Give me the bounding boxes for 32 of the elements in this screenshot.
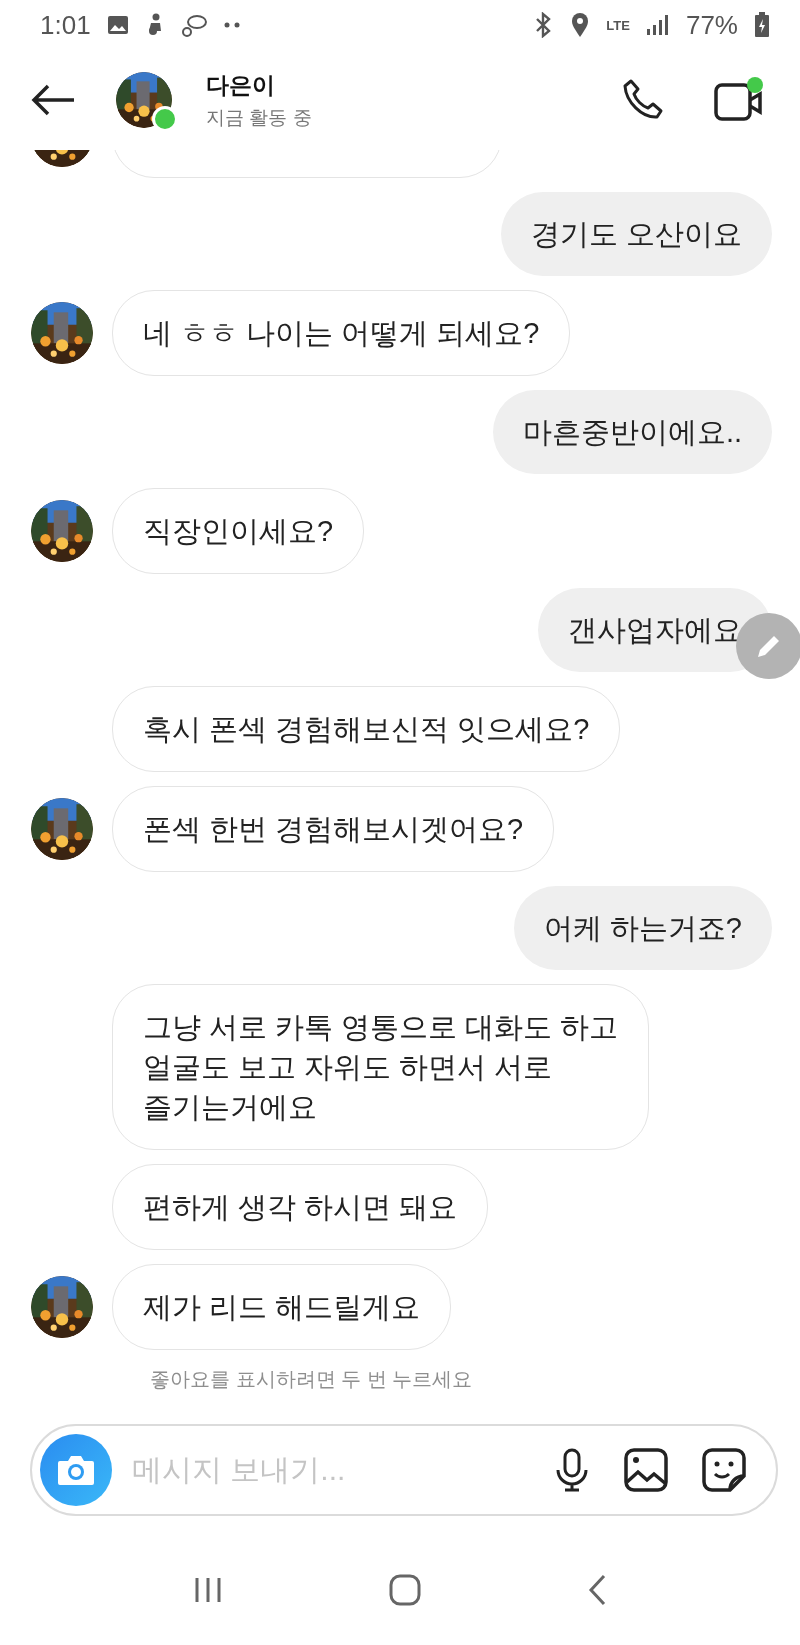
message-bubble: 네 ㅎㅎ 나이는 어떻게 되세요? xyxy=(112,290,571,376)
camera-icon xyxy=(56,1453,96,1487)
signal-icon xyxy=(645,14,670,36)
activity-status: 지금 활동 중 xyxy=(206,105,313,130)
back-arrow-icon[interactable] xyxy=(30,83,76,117)
message-bubble: 직장인이세요? xyxy=(112,488,365,574)
message-input[interactable]: 메시지 보내기... xyxy=(130,1452,520,1488)
like-hint: 좋아요를 표시하려면 두 번 누르세요 xyxy=(149,1367,474,1392)
message-bubble: 그냥 서로 카톡 영통으로 대화도 하고 얼굴도 보고 자위도 하면서 서로 즐기는거에요 xyxy=(112,984,650,1150)
gallery-icon[interactable] xyxy=(624,1448,668,1492)
microphone-icon[interactable] xyxy=(554,1448,590,1492)
message-bubble: 마흔중반이에요.. xyxy=(492,390,772,474)
recent-apps-icon[interactable] xyxy=(193,1576,223,1604)
back-icon[interactable] xyxy=(587,1574,607,1606)
clock: 1:01 xyxy=(40,9,91,41)
message-bubble: 어케 하는거죠? xyxy=(513,886,772,970)
message-bubble: 혹시 폰섹 경험해보신적 잇으세요? xyxy=(112,686,621,772)
message-bubble: 제가 리드 해드릴게요 xyxy=(112,1264,452,1350)
more-icon xyxy=(222,21,241,29)
message-bubble: 경기도 오산이요 xyxy=(500,192,772,276)
video-call-icon[interactable] xyxy=(714,76,764,124)
home-icon[interactable] xyxy=(389,1574,421,1606)
message-bubble: 폰섹 한번 경험해보시겟어요? xyxy=(112,786,555,872)
image-icon xyxy=(106,14,129,36)
battery-icon xyxy=(754,12,770,38)
battery-level: 77% xyxy=(685,9,738,41)
message-bubble: 편하게 생각 하시면 돼요 xyxy=(112,1164,489,1250)
location-icon xyxy=(570,12,591,38)
contact-name: 다은이 xyxy=(206,70,276,100)
network-label: LTE xyxy=(606,18,630,32)
sticker-icon[interactable] xyxy=(702,1448,746,1492)
camera-button[interactable] xyxy=(40,1434,112,1506)
